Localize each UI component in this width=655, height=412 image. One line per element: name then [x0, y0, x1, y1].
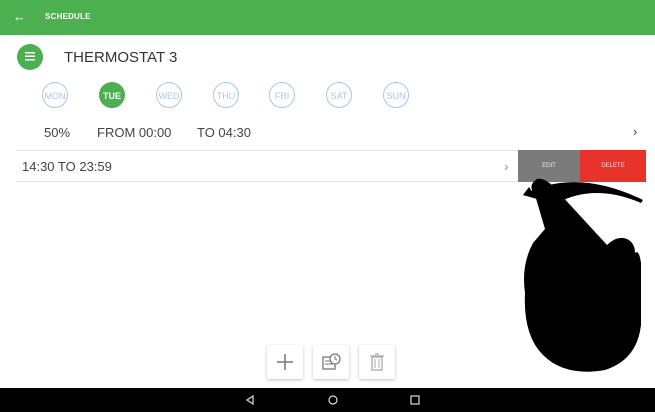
swipe-hand-icon [523, 178, 643, 372]
schedule-from: FROM 00:00 [97, 125, 172, 140]
chevron-right-icon: › [504, 158, 509, 174]
schedule-level: 50% [44, 125, 71, 140]
nav-back-icon[interactable] [244, 394, 256, 406]
day-sat[interactable]: SAT [326, 82, 352, 108]
copy-schedule-button[interactable] [313, 345, 349, 379]
thermostat-icon [17, 44, 43, 70]
app-title: SCHEDULE [45, 12, 91, 21]
schedule-time-range: 14:30 TO 23:59 [22, 159, 112, 174]
back-arrow-icon[interactable]: ← [13, 9, 26, 25]
system-nav-bar [0, 388, 655, 412]
nav-recents-icon[interactable] [409, 394, 421, 406]
device-name: THERMOSTAT 3 [64, 49, 178, 66]
plus-icon [277, 354, 293, 370]
app-bar: ← SCHEDULE [0, 0, 655, 35]
day-thu[interactable]: THU [213, 82, 239, 108]
copy-schedule-icon [322, 353, 341, 370]
chevron-right-icon: › [633, 124, 638, 139]
schedule-row[interactable]: 50% FROM 00:00 TO 04:30 › [0, 117, 655, 148]
day-mon[interactable]: MON [42, 82, 68, 108]
schedule-to: TO 04:30 [197, 125, 251, 140]
delete-schedule-button[interactable] [359, 345, 395, 379]
trash-icon [370, 353, 384, 371]
add-button[interactable] [267, 345, 303, 379]
day-fri[interactable]: FRI [269, 82, 295, 108]
day-sun[interactable]: SUN [383, 82, 409, 108]
day-wed[interactable]: WED [156, 82, 182, 108]
nav-home-icon[interactable] [327, 394, 339, 406]
day-tue[interactable]: TUE [99, 82, 125, 108]
